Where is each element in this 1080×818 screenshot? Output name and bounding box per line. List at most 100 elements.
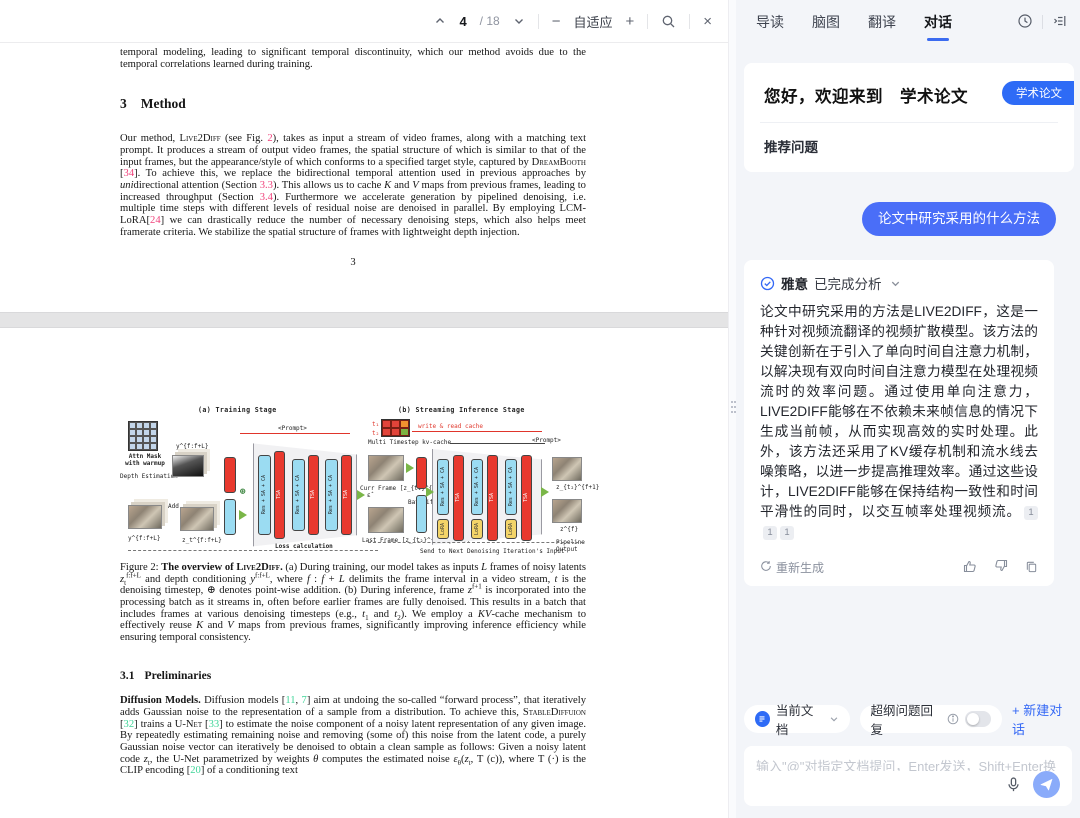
figure-2-diagram: (a) Training Stage Attn Mask with warmup… <box>120 407 586 555</box>
tab-translate[interactable]: 翻译 <box>868 0 896 44</box>
training-stage-title: (a) Training Stage <box>198 407 277 414</box>
chevron-down-icon[interactable] <box>890 278 901 289</box>
user-message-row: 论文中研究采用的什么方法 <box>744 202 1056 236</box>
write-read-cache-label: write & read cache <box>418 423 483 430</box>
cache-connector <box>412 431 542 432</box>
copy-icon[interactable] <box>1025 560 1038 576</box>
document-icon <box>755 711 770 727</box>
flow-arrow <box>239 510 247 520</box>
zoom-in-button[interactable]: + <box>625 13 634 30</box>
prompt-connector <box>240 433 350 434</box>
page-down-button[interactable] <box>513 15 525 27</box>
section-heading-method: 3Method <box>120 96 586 111</box>
microphone-icon[interactable] <box>1006 777 1021 792</box>
chat-controls-row: 当前文档 超纲问题回复 + 新建对话 <box>744 700 1072 738</box>
user-message-bubble[interactable]: 论文中研究采用的什么方法 <box>862 202 1056 236</box>
pointwise-add-symbol: ⊕ <box>240 489 245 496</box>
res-sa-ca-block: Res + SA + CA <box>292 459 305 531</box>
paper-paragraph: Diffusion Models. Diffusion models [11, … <box>120 695 586 777</box>
drag-handle[interactable] <box>731 401 737 416</box>
assistant-message-header: 雅意 已完成分析 <box>760 273 1038 293</box>
new-chat-button[interactable]: + 新建对话 <box>1012 700 1072 738</box>
thumbs-up-icon[interactable] <box>963 559 977 576</box>
out-of-scope-toggle-group: 超纲问题回复 <box>860 705 1003 733</box>
page-up-button[interactable] <box>434 15 446 27</box>
welcome-card: 您好，欢迎来到 学术论文 学术论文 推荐问题 <box>744 63 1074 172</box>
res-sa-ca-block: Res + SA + CA <box>325 459 338 531</box>
refresh-icon <box>760 560 772 575</box>
regenerate-button[interactable]: 重新生成 <box>760 559 824 576</box>
chat-message-list[interactable]: 您好，欢迎来到 学术论文 学术论文 推荐问题 论文中研究采用的什么方法 雅意 已… <box>736 44 1080 700</box>
pane-resize-divider[interactable] <box>728 0 736 818</box>
product-badge: 学术论文 <box>1002 81 1074 105</box>
res-sa-ca-block: Res + SA + CA <box>471 459 483 515</box>
output-top-label: z_{t₂}^{f+1} <box>556 484 599 491</box>
flow-arrow <box>406 463 414 473</box>
close-icon[interactable]: × <box>703 13 712 30</box>
history-icon[interactable] <box>1017 13 1033 32</box>
message-input[interactable] <box>756 756 1060 771</box>
assistant-tabs-bar: 导读 脑图 翻译 对话 <box>736 0 1080 44</box>
tab-chat[interactable]: 对话 <box>924 0 952 44</box>
assistant-message-text: 论文中研究采用的方法是LIVE2DIFF，这是一种针对视频流翻译的视频扩散模型。… <box>760 302 1038 542</box>
citation-chip[interactable]: 1 <box>1024 506 1038 520</box>
page-break <box>0 312 728 328</box>
figure-caption: Figure 2: The overview of Live2Diff. (a)… <box>120 562 586 644</box>
output-frame-thumbnail <box>552 499 582 523</box>
assistant-name: 雅意 <box>781 273 808 293</box>
header-divider <box>1042 15 1043 29</box>
kv-cache-grid <box>381 419 410 437</box>
info-icon[interactable] <box>947 713 959 725</box>
flow-arrow <box>541 487 549 497</box>
kv-cache-label: Multi Timestep kv-cache <box>368 439 451 446</box>
tab-mindmap[interactable]: 脑图 <box>812 0 840 44</box>
section-heading-preliminaries: 3.1Preliminaries <box>120 669 586 682</box>
pdf-page-area[interactable]: temporal modeling, leading to significan… <box>0 43 728 818</box>
pdf-toolbar: 4 / 18 − 自适应 + × <box>0 0 728 43</box>
send-button[interactable] <box>1033 771 1060 798</box>
citation-chip[interactable]: 1 <box>763 526 777 540</box>
t1-label: t₁ <box>372 421 379 428</box>
tab-guide[interactable]: 导读 <box>756 0 784 44</box>
document-scope-select[interactable]: 当前文档 <box>744 705 850 733</box>
prompt-label: <Prompt> <box>278 425 307 432</box>
tsa-block: TSA <box>308 455 319 535</box>
conv-in-block <box>224 499 236 535</box>
assistant-message-footer: 重新生成 <box>760 559 1038 576</box>
loss-dashed-connector <box>128 535 378 551</box>
output-frame-thumbnail <box>552 457 582 481</box>
recommended-questions-label: 推荐问题 <box>764 136 1054 156</box>
zoom-out-button[interactable]: − <box>552 13 561 30</box>
zoom-mode-select[interactable]: 自适应 <box>573 12 612 31</box>
noised-latent-stack <box>180 507 214 531</box>
current-page[interactable]: 4 <box>459 14 466 29</box>
search-icon[interactable] <box>661 14 676 29</box>
toolbar-divider <box>647 14 648 29</box>
toolbar-divider <box>538 14 539 29</box>
card-divider <box>760 122 1058 123</box>
inference-stage-title: (b) Streaming Inference Stage <box>398 407 525 414</box>
res-sa-ca-block: Res + SA + CA <box>258 455 271 535</box>
collapse-panel-icon[interactable] <box>1052 13 1068 32</box>
paper-paragraph: Our method, Live2Diff (see Fig. 2), take… <box>120 133 586 238</box>
page-number: 3 <box>120 257 586 269</box>
assistant-panel: 导读 脑图 翻译 对话 您好，欢迎来到 学术论文 学术论文 推荐问题 论文中研究… <box>736 0 1080 818</box>
t2-label: t₂ <box>372 430 379 437</box>
chat-input-area: 当前文档 超纲问题回复 + 新建对话 <box>736 700 1080 818</box>
message-input-card <box>744 746 1072 806</box>
out-of-scope-toggle[interactable] <box>965 711 991 727</box>
pdf-viewer: 4 / 18 − 自适应 + × temporal modeling, lead… <box>0 0 728 818</box>
input-frame-stack <box>128 505 162 529</box>
send-next-label: Send to Next Denoising Iteration's Input <box>420 548 565 555</box>
depth-input-label: y^{f:f+L} <box>176 443 209 450</box>
analysis-status: 已完成分析 <box>814 273 882 293</box>
chevron-down-icon <box>829 714 839 724</box>
check-circle-icon <box>760 276 775 291</box>
toolbar-divider <box>689 14 690 29</box>
citation-chip[interactable]: 1 <box>780 526 794 540</box>
condition-encoder-block <box>416 457 427 489</box>
thumbs-down-icon[interactable] <box>994 559 1008 576</box>
tsa-block: TSA <box>274 451 285 539</box>
current-frame-thumbnail <box>368 455 404 481</box>
tsa-block: TSA <box>341 455 352 535</box>
